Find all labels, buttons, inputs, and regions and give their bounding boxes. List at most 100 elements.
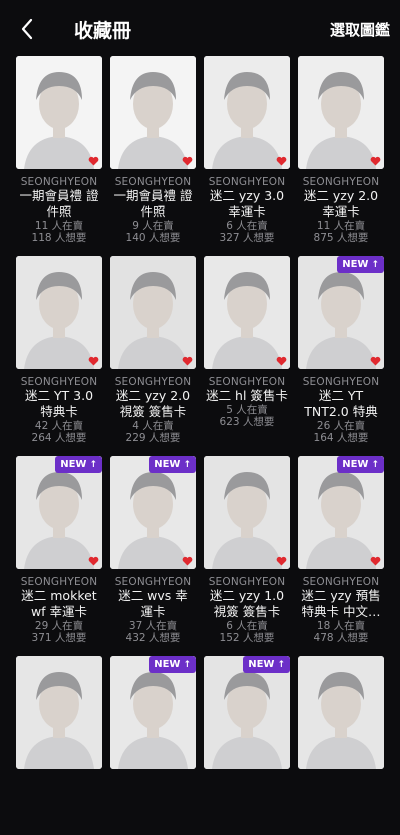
photocard-image[interactable] <box>298 656 384 769</box>
portrait-photo <box>204 56 290 169</box>
new-badge: NEW ↑ <box>149 656 196 673</box>
wants-count: 118 人想要 <box>31 232 87 244</box>
portrait-photo <box>110 56 196 169</box>
heart-icon[interactable] <box>182 156 193 166</box>
photocard-name: 迷二 yzy 3.0 幸運卡 <box>209 188 285 219</box>
photocard-item[interactable]: NEW ↑ SEONGHYEON 迷二 yzy 預售 特典卡 中文… 18 人在賣 478… <box>298 456 384 644</box>
new-badge-label: NEW <box>154 659 181 670</box>
arrow-up-icon: ↑ <box>183 659 191 670</box>
portrait-photo <box>16 256 102 369</box>
photocard-image[interactable] <box>16 256 102 369</box>
new-badge-label: NEW <box>248 659 275 670</box>
artist-name: SEONGHYEON <box>114 176 192 188</box>
wants-count: 264 人想要 <box>31 432 87 444</box>
heart-icon[interactable] <box>182 556 193 566</box>
artist-name: SEONGHYEON <box>208 176 286 188</box>
artist-name: SEONGHYEON <box>302 576 380 588</box>
photocard-name: 迷二 yzy 2.0視簽 簽售卡 <box>115 388 191 419</box>
photocard-name: 一期會員禮 證件照 <box>113 188 193 219</box>
selling-count: 11 人在賣 <box>34 220 84 232</box>
selling-count: 6 人在賣 <box>226 220 268 232</box>
photocard-image[interactable] <box>204 256 290 369</box>
selling-count: 37 人在賣 <box>128 620 178 632</box>
page-title: 收藏冊 <box>74 20 132 42</box>
new-badge-label: NEW <box>154 459 181 470</box>
photocard-name: 迷二 yzy 1.0視簽 簽售卡 <box>209 588 285 619</box>
photocard-image[interactable]: NEW ↑ <box>110 456 196 569</box>
photocard-image[interactable] <box>298 56 384 169</box>
artist-name: SEONGHYEON <box>20 376 98 388</box>
photocard-image[interactable] <box>16 656 102 769</box>
photocard-item[interactable]: SEONGHYEON 迷二 yzy 2.0 幸運卡 11 人在賣 875 人想要 <box>298 56 384 244</box>
wants-count: 229 人想要 <box>125 432 181 444</box>
wants-count: 152 人想要 <box>219 632 275 644</box>
select-photocards-button[interactable]: 選取圖鑑 <box>330 19 390 40</box>
photocard-item[interactable]: NEW ↑ SEONGHYEON 迷二 mokket wf 幸運卡 29 人在賣 371 … <box>16 456 102 644</box>
new-badge-label: NEW <box>342 259 369 270</box>
photocard-image[interactable] <box>16 56 102 169</box>
new-badge: NEW ↑ <box>149 456 196 473</box>
photocard-image[interactable] <box>204 56 290 169</box>
photocard-image[interactable]: NEW ↑ <box>298 256 384 369</box>
portrait-photo <box>16 56 102 169</box>
photocard-name: 迷二 YT 3.0 特典卡 <box>24 388 94 419</box>
photocard-image[interactable]: NEW ↑ <box>298 456 384 569</box>
portrait-photo <box>298 56 384 169</box>
selling-count: 5 人在賣 <box>226 404 268 416</box>
heart-icon[interactable] <box>276 356 287 366</box>
heart-icon[interactable] <box>88 556 99 566</box>
chevron-left-icon <box>21 18 33 40</box>
wants-count: 875 人想要 <box>313 232 369 244</box>
artist-name: SEONGHYEON <box>20 576 98 588</box>
wants-count: 478 人想要 <box>313 632 369 644</box>
new-badge: NEW ↑ <box>55 456 102 473</box>
heart-icon[interactable] <box>370 156 381 166</box>
photocard-item[interactable] <box>16 656 102 776</box>
photocard-item[interactable]: SEONGHYEON 迷二 YT 3.0 特典卡 42 人在賣 264 人想要 <box>16 256 102 444</box>
top-bar: 收藏冊 選取圖鑑 <box>0 0 400 56</box>
photocard-item[interactable]: NEW ↑ <box>204 656 290 776</box>
selling-count: 26 人在賣 <box>316 420 366 432</box>
new-badge: NEW ↑ <box>337 456 384 473</box>
portrait-photo <box>204 256 290 369</box>
photocard-image[interactable]: NEW ↑ <box>16 456 102 569</box>
photocard-item[interactable]: SEONGHYEON 一期會員禮 證件照 11 人在賣 118 人想要 <box>16 56 102 244</box>
photocard-name: 迷二 hl 簽售卡 <box>206 388 288 403</box>
wants-count: 432 人想要 <box>125 632 181 644</box>
heart-icon[interactable] <box>182 356 193 366</box>
photocard-image[interactable] <box>110 256 196 369</box>
photocard-item[interactable]: NEW↑ SEONGHYEON迷二 YT TNT2.0 特典卡26 人在賣164 … <box>298 256 384 444</box>
photocard-name: 迷二 YT TNT2.0 特典卡 <box>304 388 378 419</box>
photocard-item[interactable]: SEONGHYEON 迷二 yzy 2.0視簽 簽售卡 4 人在賣 229 人想要 <box>110 256 196 444</box>
photocard-item[interactable]: SEONGHYEON 迷二 hl 簽售卡 5 人在賣 623 人想要 <box>204 256 290 444</box>
photocard-item[interactable]: NEW ↑ SEONGHYEON 迷二 wvs 幸運卡 37 人在賣 432 人想要 <box>110 456 196 644</box>
photocard-name: 迷二 yzy 2.0 幸運卡 <box>303 188 379 219</box>
photocard-item[interactable]: NEW ↑ <box>110 656 196 776</box>
artist-name: SEONGHYEON <box>302 376 380 388</box>
photocard-name: 迷二 yzy 預售 特典卡 中文… <box>301 588 381 619</box>
heart-icon[interactable] <box>370 556 381 566</box>
selling-count: 11 人在賣 <box>316 220 366 232</box>
photocard-grid: SEONGHYEON 一期會員禮 證件照 11 人在賣 118 人想要 SEONGHYE… <box>0 56 400 776</box>
photocard-image[interactable] <box>204 456 290 569</box>
artist-name: SEONGHYEON <box>208 576 286 588</box>
artist-name: SEONGHYEON <box>114 376 192 388</box>
photocard-image[interactable]: NEW ↑ <box>110 656 196 769</box>
photocard-item[interactable]: SEONGHYEON 迷二 yzy 3.0 幸運卡 6 人在賣 327 人想要 <box>204 56 290 244</box>
back-button[interactable] <box>12 14 42 44</box>
selling-count: 9 人在賣 <box>132 220 174 232</box>
artist-name: SEONGHYEON <box>114 576 192 588</box>
photocard-item[interactable]: SEONGHYEON 迷二 yzy 1.0視簽 簽售卡 6 人在賣 152 人想要 <box>204 456 290 644</box>
arrow-up-icon: ↑ <box>371 459 379 470</box>
arrow-up-icon: ↑ <box>183 459 191 470</box>
photocard-image[interactable]: NEW ↑ <box>204 656 290 769</box>
photocard-item[interactable] <box>298 656 384 776</box>
wants-count: 164 人想要 <box>313 432 369 444</box>
photocard-item[interactable]: SEONGHYEON 一期會員禮 證件照 9 人在賣 140 人想要 <box>110 56 196 244</box>
heart-icon[interactable] <box>276 156 287 166</box>
heart-icon[interactable] <box>370 356 381 366</box>
heart-icon[interactable] <box>88 356 99 366</box>
heart-icon[interactable] <box>276 556 287 566</box>
photocard-image[interactable] <box>110 56 196 169</box>
heart-icon[interactable] <box>88 156 99 166</box>
